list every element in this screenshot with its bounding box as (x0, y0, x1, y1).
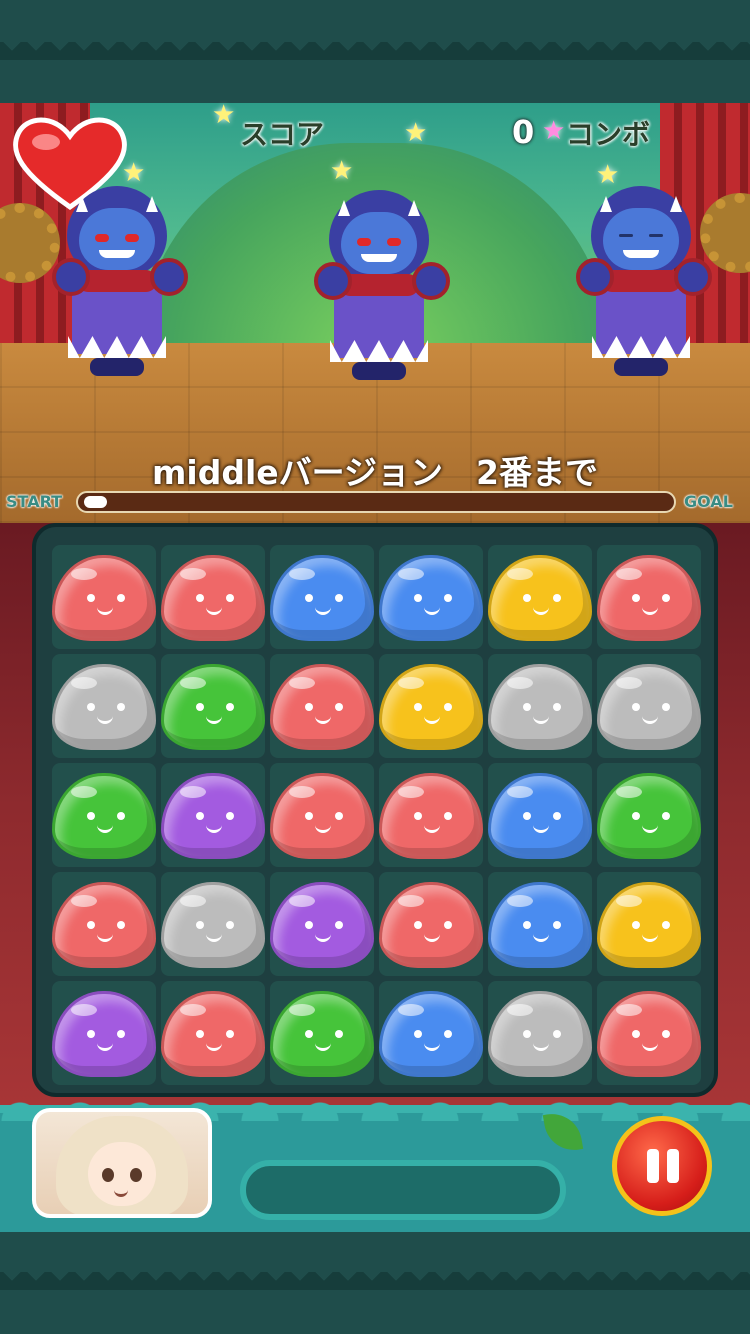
top-border (0, 0, 750, 103)
song-progress-fill (84, 496, 108, 508)
progress-goal-label: GOAL (684, 492, 733, 511)
combo-label: コンボ (566, 118, 651, 151)
character-avatar-icon[interactable] (32, 1108, 212, 1218)
song-progress-bar (76, 491, 676, 513)
star-icon: ★ (212, 100, 236, 130)
star-icon: ★ (542, 116, 566, 146)
demon-dancer-left (42, 186, 192, 386)
star-icon: ★ (122, 158, 146, 188)
demon-dancer-right (566, 186, 716, 386)
pause-button[interactable] (612, 1116, 712, 1216)
score-label: スコア (240, 118, 325, 151)
zigzag-pattern (0, 1272, 750, 1290)
pause-icon (647, 1149, 659, 1183)
demon-dancer-center (304, 190, 454, 390)
progress-start-label: START (6, 492, 63, 511)
combo-count: 0 (512, 113, 535, 151)
zigzag-pattern (0, 42, 750, 60)
bottom-border (0, 1232, 750, 1334)
star-icon: ★ (330, 156, 354, 186)
song-title: middleバージョン 2番まで (152, 453, 598, 492)
puzzle-board[interactable] (32, 523, 718, 1097)
skill-gauge (240, 1160, 566, 1220)
star-icon: ★ (404, 118, 428, 148)
